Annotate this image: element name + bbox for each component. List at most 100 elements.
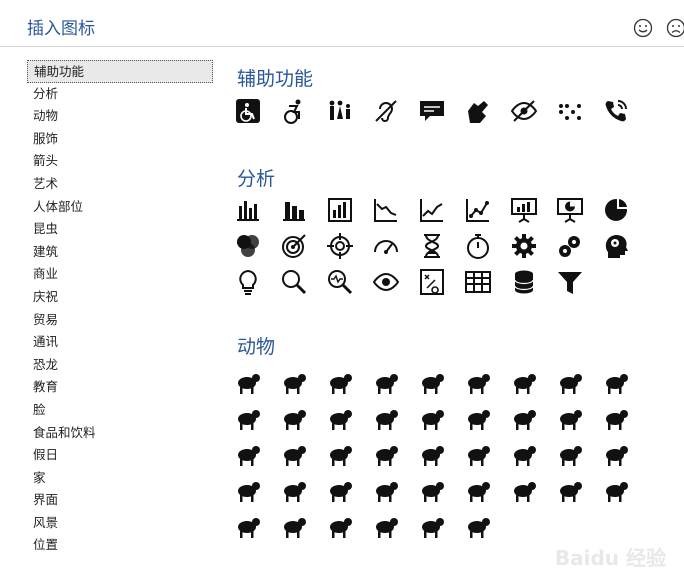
cow-icon[interactable] [225, 436, 271, 472]
cat-icon[interactable] [225, 364, 271, 400]
sheep-icon[interactable] [409, 436, 455, 472]
stopwatch-icon[interactable] [455, 228, 501, 264]
giraffe-icon[interactable] [547, 436, 593, 472]
category-item[interactable]: 食品和饮料 [27, 422, 213, 445]
hummingbird-icon[interactable] [363, 400, 409, 436]
pie-chart-icon[interactable] [593, 192, 639, 228]
presentation-chart-icon[interactable] [501, 192, 547, 228]
low-vision-icon[interactable] [501, 93, 547, 129]
category-item[interactable]: 贸易 [27, 309, 213, 332]
strategy-board-icon[interactable] [409, 264, 455, 300]
line-chart-points-icon[interactable] [455, 192, 501, 228]
frog-icon[interactable] [593, 364, 639, 400]
gears-icon[interactable] [547, 228, 593, 264]
captions-icon[interactable] [409, 93, 455, 129]
fish-icon[interactable] [593, 472, 639, 508]
paw-prints-icon[interactable] [455, 508, 501, 544]
fishbowl-icon[interactable] [317, 364, 363, 400]
category-item[interactable]: 家 [27, 467, 213, 490]
hippo-icon[interactable] [271, 472, 317, 508]
wheelchair-icon[interactable] [225, 93, 271, 129]
database-icon[interactable] [501, 264, 547, 300]
horse-icon[interactable] [317, 436, 363, 472]
goat-icon[interactable] [271, 436, 317, 472]
category-item[interactable]: 庆祝 [27, 286, 213, 309]
eye-icon[interactable] [363, 264, 409, 300]
category-item[interactable]: 风景 [27, 512, 213, 535]
mouse-icon[interactable] [455, 364, 501, 400]
hen-icon[interactable] [547, 400, 593, 436]
magnifier-icon[interactable] [271, 264, 317, 300]
snake-icon[interactable] [501, 364, 547, 400]
bird-icon[interactable] [317, 400, 363, 436]
zebra-icon[interactable] [501, 436, 547, 472]
crosshair-icon[interactable] [317, 228, 363, 264]
category-item[interactable]: 建筑 [27, 241, 213, 264]
seal-icon[interactable] [317, 508, 363, 544]
category-item[interactable]: 动物 [27, 105, 213, 128]
category-item[interactable]: 位置 [27, 534, 213, 557]
presentation-pie-icon[interactable] [547, 192, 593, 228]
rabbit-icon[interactable] [409, 364, 455, 400]
category-item[interactable]: 假日 [27, 444, 213, 467]
category-item[interactable]: 箭头 [27, 150, 213, 173]
rooster-icon[interactable] [593, 400, 639, 436]
line-chart-down-icon[interactable] [363, 192, 409, 228]
crab-icon[interactable] [363, 508, 409, 544]
shell-icon[interactable] [547, 472, 593, 508]
smiley-icon[interactable] [633, 18, 653, 38]
funnel-icon[interactable] [547, 264, 593, 300]
category-item[interactable]: 通讯 [27, 331, 213, 354]
stacked-bar-chart-icon[interactable] [271, 192, 317, 228]
unicorn-icon[interactable] [409, 508, 455, 544]
elephant-icon[interactable] [593, 436, 639, 472]
magnifier-pulse-icon[interactable] [317, 264, 363, 300]
gorilla-icon[interactable] [455, 472, 501, 508]
category-item[interactable]: 服饰 [27, 128, 213, 151]
family-restroom-icon[interactable] [317, 93, 363, 129]
peacock-icon[interactable] [455, 400, 501, 436]
bar-chart-icon[interactable] [225, 192, 271, 228]
deer-icon[interactable] [455, 436, 501, 472]
category-item[interactable]: 商业 [27, 263, 213, 286]
braille-icon[interactable] [547, 93, 593, 129]
category-item[interactable]: 昆虫 [27, 218, 213, 241]
category-item[interactable]: 教育 [27, 376, 213, 399]
category-item[interactable]: 界面 [27, 489, 213, 512]
pig-icon[interactable] [363, 436, 409, 472]
category-item[interactable]: 艺术 [27, 173, 213, 196]
sign-language-icon[interactable] [455, 93, 501, 129]
category-item[interactable]: 恐龙 [27, 354, 213, 377]
category-item[interactable]: 人体部位 [27, 196, 213, 219]
owl-icon[interactable] [409, 400, 455, 436]
bar-chart-box-icon[interactable] [317, 192, 363, 228]
target-icon[interactable] [271, 228, 317, 264]
category-item[interactable]: 脸 [27, 399, 213, 422]
duck-icon[interactable] [501, 400, 547, 436]
deaf-ear-icon[interactable] [363, 93, 409, 129]
whale-icon[interactable] [271, 508, 317, 544]
table-icon[interactable] [455, 264, 501, 300]
dog-icon[interactable] [271, 364, 317, 400]
shark-icon[interactable] [225, 508, 271, 544]
frown-icon[interactable] [666, 18, 684, 38]
gear-icon[interactable] [501, 228, 547, 264]
tiger-icon[interactable] [363, 472, 409, 508]
lightbulb-icon[interactable] [225, 264, 271, 300]
lion-icon[interactable] [317, 472, 363, 508]
running-accessible-icon[interactable] [271, 93, 317, 129]
category-item[interactable]: 辅助功能 [27, 60, 213, 83]
venn-diagram-icon[interactable] [225, 228, 271, 264]
rhino-icon[interactable] [225, 472, 271, 508]
hourglass-icon[interactable] [409, 228, 455, 264]
turtle-icon[interactable] [547, 364, 593, 400]
line-chart-up-icon[interactable] [409, 192, 455, 228]
crocodile-icon[interactable] [225, 400, 271, 436]
hearing-phone-icon[interactable] [593, 93, 639, 129]
monkey-icon[interactable] [409, 472, 455, 508]
bats-icon[interactable] [271, 400, 317, 436]
gauge-icon[interactable] [363, 228, 409, 264]
hamster-wheel-icon[interactable] [363, 364, 409, 400]
panda-icon[interactable] [501, 472, 547, 508]
head-gears-icon[interactable] [593, 228, 639, 264]
